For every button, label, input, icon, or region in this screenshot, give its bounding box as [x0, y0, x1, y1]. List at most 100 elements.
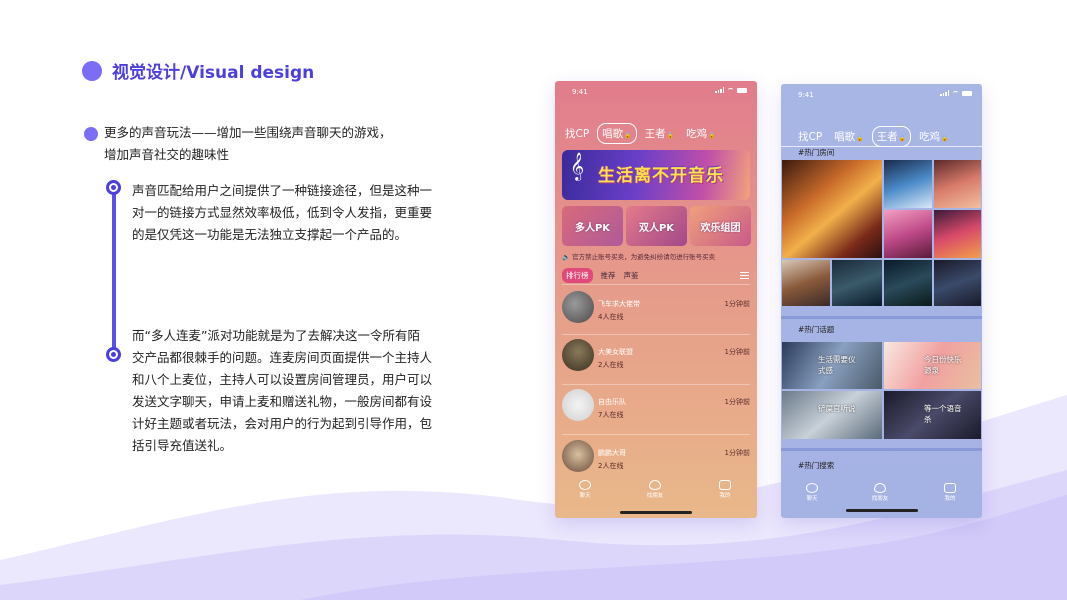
- bottom-nav: 聊天 找朋友 我的: [555, 480, 757, 504]
- topic-card[interactable]: 等一个语音杀: [884, 391, 981, 439]
- room-online: 2人在线: [598, 462, 624, 470]
- room-time: 1分钟前: [724, 449, 750, 457]
- room-name: 飞车求大佬带: [598, 300, 640, 308]
- tab-singing[interactable]: 唱歌🔒: [597, 123, 637, 144]
- lock-icon: 🔒: [666, 132, 675, 139]
- banner-title: 生活离不开音乐: [598, 166, 724, 186]
- mode-card-duo-pk[interactable]: 双人PK: [626, 206, 687, 246]
- category-tabs: 找CP 唱歌🔒 王者🔒 吃鸡🔒: [794, 126, 953, 147]
- avatar: [562, 339, 594, 371]
- list-item[interactable]: 大美女联盟 2人在线 1分钟前: [562, 339, 750, 379]
- home-indicator: [845, 509, 918, 512]
- room-online: 4人在线: [598, 313, 624, 321]
- list-item[interactable]: 飞车求大佬带 4人在线 1分钟前: [562, 291, 750, 331]
- signal-icon: [715, 87, 724, 93]
- avatar: [562, 389, 594, 421]
- music-banner[interactable]: 𝄞 生活离不开音乐: [562, 150, 750, 200]
- hot-room-card[interactable]: [934, 260, 981, 306]
- room-time: 1分钟前: [724, 300, 750, 308]
- category-tabs: 找CP 唱歌🔒 王者🔒 吃鸡🔒: [561, 123, 720, 144]
- mode-card-multi-pk[interactable]: 多人PK: [562, 206, 623, 246]
- nav-profile[interactable]: 我的: [705, 480, 745, 499]
- profile-icon: [719, 480, 731, 490]
- wifi-icon: [952, 90, 959, 96]
- status-time: 9:41: [798, 91, 814, 99]
- lock-icon: 🔒: [941, 135, 949, 142]
- lock-icon: 🔒: [856, 135, 864, 142]
- subtab-recommend[interactable]: 推荐: [601, 270, 616, 281]
- menu-icon[interactable]: [740, 272, 749, 279]
- room-online: 7人在线: [598, 411, 624, 419]
- mode-card-group[interactable]: 欢乐组团: [690, 206, 751, 246]
- profile-icon: [944, 483, 956, 493]
- room-name: 大美女联盟: [598, 348, 633, 356]
- intro-bullet-icon: [84, 127, 98, 141]
- timeline-line: [112, 192, 116, 354]
- page-title: 视觉设计/Visual design: [112, 63, 315, 83]
- home-indicator: [620, 511, 692, 514]
- phone-mockup-singing: 9:41 找CP 唱歌🔒 王者🔒 吃鸡🔒 𝄞 生活离不开音乐 多人PK 双人PK…: [555, 81, 757, 518]
- nav-find-friends[interactable]: 找朋友: [635, 480, 675, 499]
- lock-icon: 🔒: [624, 132, 632, 139]
- treble-clef-icon: 𝄞: [570, 152, 585, 180]
- hot-room-card[interactable]: [782, 160, 882, 258]
- timeline-paragraph-1: 声音匹配给用户之间提供了一种链接途径，但是这种一对一的链接方式显然效率极低，低到…: [132, 183, 433, 242]
- avatar: [562, 440, 594, 472]
- topic-card[interactable]: 今日份快乐源泉: [884, 342, 981, 389]
- mode-cards: 多人PK 双人PK 欢乐组团: [562, 206, 751, 246]
- avatar: [562, 291, 594, 323]
- divider: [562, 434, 750, 435]
- tab-singing[interactable]: 唱歌🔒: [830, 127, 867, 146]
- topic-card[interactable]: 生活需要仪式感: [782, 342, 882, 389]
- speaker-icon: 🔈: [562, 253, 571, 261]
- hot-room-card[interactable]: [884, 260, 932, 306]
- signal-icon: [940, 90, 949, 96]
- lock-icon: 🔒: [898, 135, 907, 142]
- status-time: 9:41: [572, 88, 588, 96]
- subtab-ranking[interactable]: 排行榜: [562, 268, 593, 283]
- hot-room-card[interactable]: [934, 210, 981, 258]
- list-item[interactable]: 鹏鹏大哥 2人在线 1分钟前: [562, 440, 750, 480]
- battery-icon: [737, 87, 747, 93]
- tab-pubg[interactable]: 吃鸡🔒: [915, 127, 952, 146]
- hot-room-card[interactable]: [832, 260, 882, 306]
- room-time: 1分钟前: [724, 398, 750, 406]
- hot-topics-heading: #热门话题: [798, 325, 835, 334]
- nav-chat[interactable]: 聊天: [565, 480, 605, 499]
- heart-icon: [649, 480, 661, 490]
- nav-find-friends[interactable]: 找朋友: [860, 483, 900, 502]
- tab-honor-of-kings[interactable]: 王者🔒: [641, 124, 678, 143]
- hot-room-card[interactable]: [884, 160, 932, 208]
- list-item[interactable]: 自由乐队 7人在线 1分钟前: [562, 389, 750, 429]
- title-bullet-icon: [82, 60, 102, 81]
- tab-find-cp[interactable]: 找CP: [561, 124, 593, 143]
- room-name: 鹏鹏大哥: [598, 449, 626, 457]
- hot-rooms-heading: #热门房间: [798, 148, 835, 157]
- timeline-node-icon: [106, 347, 121, 362]
- sub-tabs: 排行榜 推荐 声鉴: [562, 268, 749, 283]
- tab-pubg[interactable]: 吃鸡🔒: [682, 124, 719, 143]
- section-header: 视觉设计/Visual design: [82, 58, 314, 83]
- hot-room-card[interactable]: [934, 160, 981, 208]
- intro-text: 更多的声音玩法——增加一些围绕声音聊天的游戏，增加声音社交的趣味性: [104, 125, 392, 162]
- topic-card[interactable]: 铲屎官听说: [782, 391, 882, 439]
- chat-icon: [579, 480, 591, 490]
- timeline-node-icon: [106, 180, 121, 195]
- heart-icon: [874, 483, 886, 493]
- tab-honor-of-kings[interactable]: 王者🔒: [871, 126, 912, 147]
- nav-profile[interactable]: 我的: [930, 483, 970, 502]
- subtab-voice-test[interactable]: 声鉴: [624, 270, 639, 281]
- tab-find-cp[interactable]: 找CP: [794, 127, 826, 146]
- hot-search-heading: #热门搜索: [798, 461, 835, 470]
- hot-room-card[interactable]: [884, 210, 932, 258]
- room-online: 2人在线: [598, 361, 624, 369]
- chat-icon: [806, 483, 818, 493]
- section-divider: [781, 316, 982, 319]
- divider: [562, 284, 750, 285]
- lock-icon: 🔒: [708, 132, 716, 139]
- status-bar: 9:41: [555, 81, 757, 103]
- hot-room-card[interactable]: [782, 260, 830, 306]
- bottom-nav: 聊天 找朋友 我的: [781, 483, 982, 507]
- battery-icon: [962, 90, 972, 96]
- nav-chat[interactable]: 聊天: [792, 483, 832, 502]
